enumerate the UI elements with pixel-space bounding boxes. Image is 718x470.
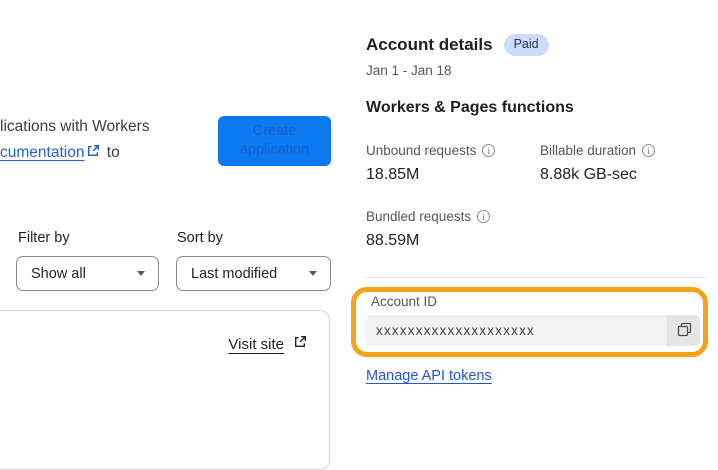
account-details-title: Account details <box>366 34 493 54</box>
metric-label-row: Billable duration i <box>540 143 656 158</box>
divider <box>366 277 706 278</box>
filter-by-label: Filter by <box>18 230 70 246</box>
documentation-link[interactable]: cumentation <box>0 144 84 161</box>
external-link-icon <box>86 141 100 167</box>
metric-unbound-requests: Unbound requests i 18.85M <box>366 143 496 184</box>
filter-select[interactable]: Show all <box>16 256 159 291</box>
filter-select-value: Show all <box>31 265 86 282</box>
metric-billable-duration: Billable duration i 8.88k GB-sec <box>540 143 656 184</box>
intro-line-2: cumentation to <box>0 140 150 167</box>
info-icon[interactable]: i <box>482 144 496 157</box>
metric-value: 88.59M <box>366 232 420 249</box>
chevron-down-icon <box>137 271 145 276</box>
account-details-header: Account details Paid <box>366 34 549 56</box>
external-link-icon <box>293 335 307 354</box>
sort-select[interactable]: Last modified <box>176 256 331 291</box>
metric-label: Bundled requests <box>366 209 472 224</box>
manage-api-tokens-link[interactable]: Manage API tokens <box>366 368 492 384</box>
date-range: Jan 1 - Jan 18 <box>366 63 452 78</box>
intro-tail-text: to <box>106 144 120 161</box>
functions-section-title: Workers & Pages functions <box>366 99 574 116</box>
info-icon[interactable]: i <box>477 210 491 223</box>
metric-value: 18.85M <box>366 166 420 183</box>
intro-text: lications with Workers cumentation to <box>0 114 150 167</box>
metric-bundled-requests: Bundled requests i 88.59M <box>366 209 491 250</box>
account-id-label: Account ID <box>371 294 438 309</box>
copy-button[interactable] <box>667 315 700 346</box>
visit-site-row: Visit site <box>0 311 329 354</box>
sort-select-value: Last modified <box>191 265 278 282</box>
metric-label-row: Bundled requests i <box>366 209 491 224</box>
metric-label-row: Unbound requests i <box>366 143 496 158</box>
intro-line-1-text: lications with Workers <box>0 118 150 135</box>
metric-value: 8.88k GB-sec <box>540 166 637 183</box>
paid-badge: Paid <box>503 34 549 56</box>
account-id-field-group <box>366 315 700 346</box>
sort-by-label: Sort by <box>177 230 223 246</box>
create-application-label: Create application <box>239 123 310 158</box>
account-id-input[interactable] <box>366 315 667 346</box>
chevron-down-icon <box>309 271 317 276</box>
copy-icon <box>677 322 692 340</box>
create-application-button[interactable]: Create application <box>218 116 331 166</box>
metric-label: Unbound requests <box>366 143 477 158</box>
visit-site-link[interactable]: Visit site <box>228 336 284 353</box>
account-details-panel: Account details Paid Jan 1 - Jan 18 Work… <box>366 0 706 419</box>
project-card: Visit site <box>0 310 330 470</box>
metric-label: Billable duration <box>540 143 637 158</box>
info-icon[interactable]: i <box>642 144 656 157</box>
intro-line-1: lications with Workers <box>0 114 150 140</box>
